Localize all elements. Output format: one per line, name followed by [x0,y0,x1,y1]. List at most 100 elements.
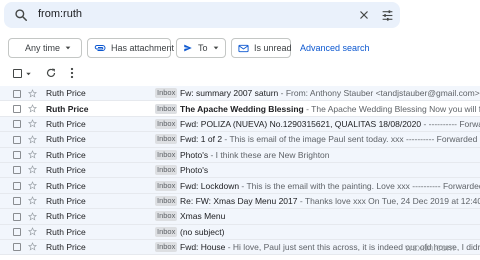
email-subject: The Apache Wedding Blessing [180,103,304,114]
inbox-label-badge: Inbox [155,149,178,160]
star-icon[interactable] [28,196,37,205]
filter-to-label: To [198,43,208,53]
inbox-label-badge: Inbox [155,118,178,129]
row-checkbox[interactable] [13,89,21,98]
email-content: Fwd: 1 of 2 - This is email of the image… [180,134,480,144]
row-checkbox[interactable] [13,197,21,206]
row-checkbox[interactable] [13,228,21,237]
email-sender: Ruth Price [46,242,86,253]
row-checkbox[interactable] [13,151,21,160]
email-subject: Fw: summary 2007 saturn [180,88,279,99]
star-icon[interactable] [28,180,37,190]
email-row[interactable]: Ruth Price Inbox Fwd: 1 of 2 - This is ema… [0,132,480,148]
inbox-label-badge: Inbox [155,226,178,237]
star-icon[interactable] [28,134,37,144]
row-checkbox[interactable] [13,181,21,190]
inbox-label-badge: Inbox [155,195,178,206]
chevron-down-icon [213,46,218,50]
email-row[interactable]: Ruth Price Inbox Fw: summary 2007 saturn -… [0,86,480,102]
email-content: Xmas Menu [180,211,225,221]
watermark: wsxdn.com [405,243,456,254]
email-row[interactable]: Ruth Price Inbox Fwd: Lockdown - This is t… [0,178,480,194]
email-subject: Fwd: House [180,242,226,253]
search-icon[interactable] [14,8,28,22]
star-icon[interactable] [28,103,37,113]
email-sender: Ruth Price [46,118,86,129]
attachment-icon [94,45,106,51]
inbox-label-badge: Inbox [155,165,178,176]
email-row[interactable]: Ruth Price Inbox Re: FW: Xmas Day Menu 201… [0,193,480,210]
email-snippet: - I think these are New Brighton [208,149,330,160]
email-content: (no subject) [180,227,224,237]
star-icon[interactable] [28,165,37,174]
star-icon[interactable] [28,119,37,128]
email-snippet: - The Apache Wedding Blessing Now you wi… [306,103,480,114]
email-snippet: - This is email of the image Paul sent t… [224,134,480,145]
send-icon [184,44,192,52]
filter-has-attachment-label: Has attachment [111,43,175,53]
select-all-checkbox[interactable] [13,69,22,78]
email-row[interactable]: Ruth Price Inbox Fwd: POLIZA (NUEVA) No.12… [0,116,480,133]
email-row[interactable]: Ruth Price Inbox (no subject) [0,224,480,240]
inbox-label-badge: Inbox [155,134,178,145]
email-content: Photo's - I think these are New Brighton [180,150,330,160]
row-checkbox[interactable] [13,104,21,113]
email-row[interactable]: Ruth Price Inbox Photo's - I think these a… [0,147,480,163]
row-checkbox[interactable] [13,243,21,252]
row-checkbox[interactable] [13,120,21,129]
email-subject: Re: FW: Xmas Day Menu 2017 [180,195,298,206]
email-sender: Ruth Price [46,165,86,176]
more-options-icon[interactable] [69,67,75,79]
email-sender: Ruth Price [46,195,86,206]
email-snippet: - This is the email with the painting. L… [241,180,480,191]
email-subject: Photo's [180,165,209,176]
tune-icon[interactable] [381,9,394,22]
advanced-search-link[interactable]: Advanced search [300,43,370,53]
inbox-label-badge: Inbox [155,211,178,222]
email-content: Fwd: POLIZA (NUEVA) No.1290315621, QUALI… [180,119,480,129]
email-sender: Ruth Price [46,226,86,237]
row-checkbox[interactable] [13,135,21,144]
filter-has-attachment[interactable]: Has attachment [87,38,175,58]
email-sender: Ruth Price [46,211,86,222]
inbox-label-badge: Inbox [155,242,178,253]
select-menu-chevron-icon[interactable] [25,71,32,77]
email-content: Fwd: Lockdown - This is the email with t… [180,181,480,191]
search-bar[interactable]: from:ruth [4,2,400,28]
filter-is-unread-label: Is unread [254,43,292,53]
email-row[interactable]: Ruth Price Inbox The Apache Wedding Blessi… [0,101,480,117]
row-checkbox[interactable] [13,212,21,221]
email-subject: Photo's [180,149,209,160]
email-snippet: - ---------- Forwarded message [423,118,480,129]
email-row[interactable]: Ruth Price Inbox Xmas Menu [0,209,480,225]
email-snippet: - Thanks love xxx On Tue, 24 Dec 2019 at… [299,195,480,206]
email-subject: Fwd: 1 of 2 [180,134,223,145]
star-icon[interactable] [28,242,37,251]
search-input[interactable]: from:ruth [38,8,82,20]
email-subject: Fwd: Lockdown [180,180,240,191]
filter-is-unread[interactable]: Is unread [231,38,292,58]
star-icon[interactable] [28,150,37,159]
email-content: Photo's [180,165,208,175]
refresh-icon[interactable] [45,67,57,79]
star-icon[interactable] [28,227,37,236]
filter-to[interactable]: To [176,38,226,58]
filter-any-time[interactable]: Any time [8,38,82,58]
email-sender: Ruth Price [46,149,86,160]
email-subject: Xmas Menu [180,211,226,222]
inbox-label-badge: Inbox [155,180,178,191]
email-subject: Fwd: POLIZA (NUEVA) No.1290315621, QUALI… [180,118,422,129]
email-content: Fw: summary 2007 saturn - From: Anthony … [180,88,480,98]
email-sender: Ruth Price [46,103,89,114]
email-snippet: - From: Anthony Stauber <tandjstauber@gm… [280,88,480,99]
email-row[interactable]: Ruth Price Inbox Photo's [0,162,480,179]
email-content: Re: FW: Xmas Day Menu 2017 - Thanks love… [180,196,480,206]
star-icon[interactable] [28,88,37,98]
email-sender: Ruth Price [46,180,86,191]
star-icon[interactable] [28,211,37,221]
email-content: The Apache Wedding Blessing - The Apache… [180,104,480,114]
email-list: Ruth Price Inbox Fw: summary 2007 saturn -… [0,86,480,256]
email-sender: Ruth Price [46,88,86,99]
close-icon[interactable] [358,9,370,21]
row-checkbox[interactable] [13,166,21,175]
